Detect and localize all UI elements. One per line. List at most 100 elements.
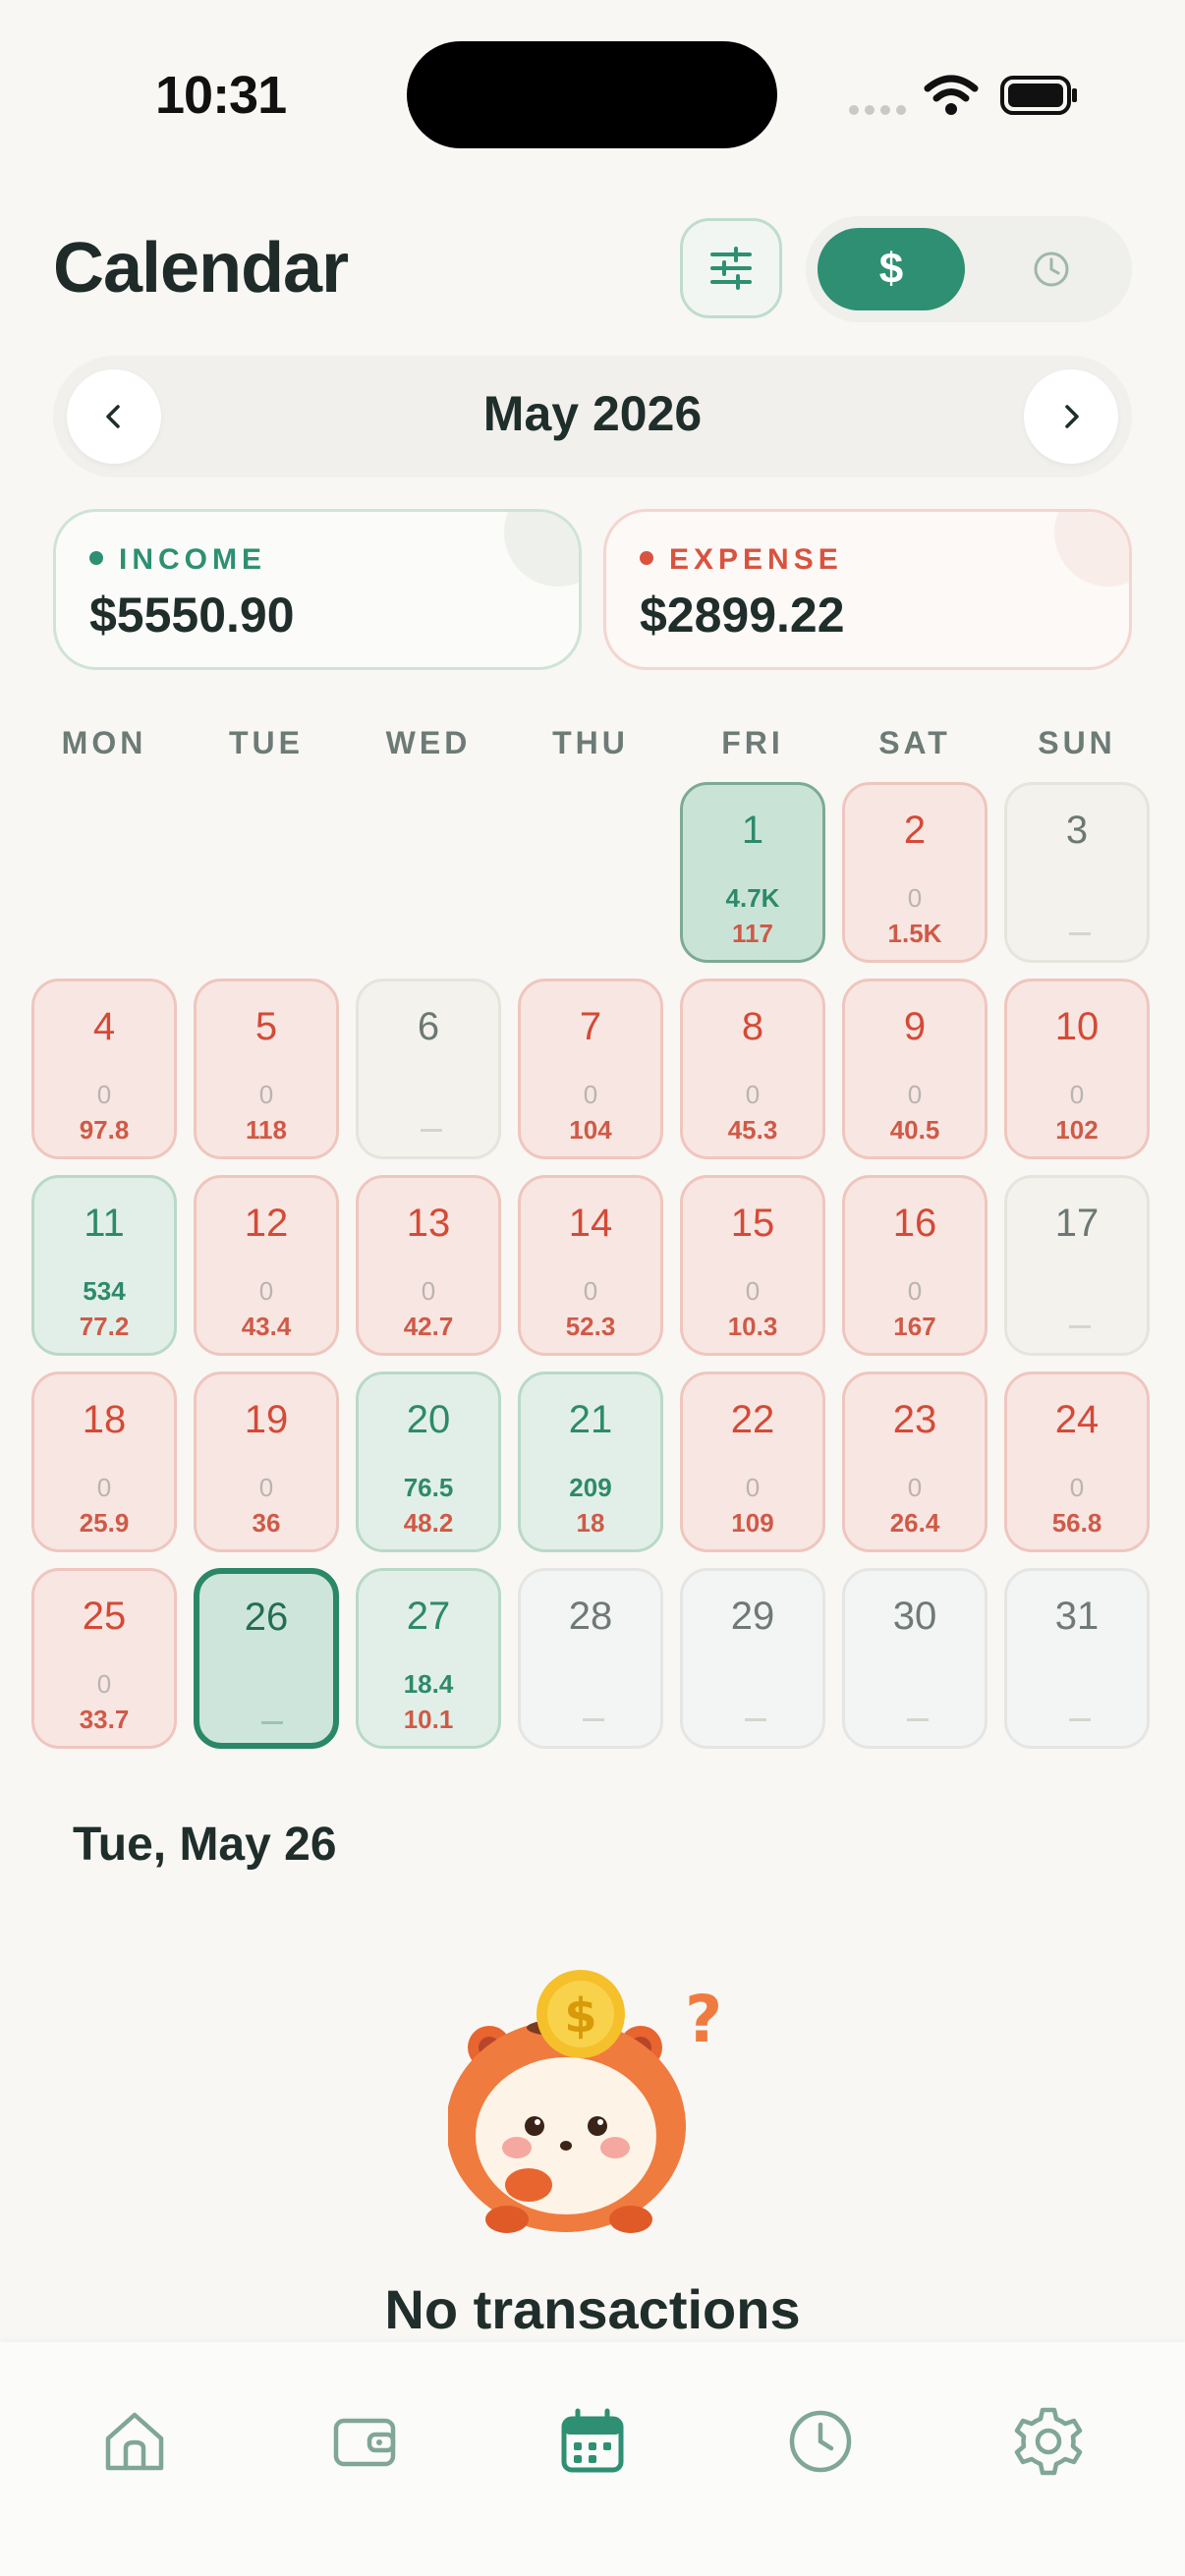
calendar-day-3[interactable]: 3	[1004, 782, 1150, 963]
calendar-day-30[interactable]: 30	[842, 1568, 988, 1749]
day-expense: 42.7	[403, 1312, 454, 1341]
calendar-day-25[interactable]: 25 0 33.7	[31, 1568, 177, 1749]
calendar-day-4[interactable]: 4 0 97.8	[31, 979, 177, 1159]
calendar-day-28[interactable]: 28	[518, 1568, 663, 1749]
calendar-day-15[interactable]: 15 0 10.3	[680, 1175, 825, 1356]
day-expense: 33.7	[79, 1705, 130, 1734]
income-summary-card[interactable]: INCOME $5550.90	[53, 509, 582, 670]
calendar-day-1[interactable]: 1 4.7K 117	[680, 782, 825, 963]
day-income: 0	[96, 1080, 112, 1109]
day-expense: 118	[246, 1115, 287, 1145]
day-expense: 109	[731, 1508, 774, 1538]
battery-icon	[1000, 76, 1077, 115]
month-navigator: May 2026	[53, 356, 1132, 477]
month-label: May 2026	[482, 386, 703, 441]
day-expense: 102	[1055, 1115, 1099, 1145]
day-income: 0	[907, 1080, 923, 1109]
day-number: 22	[730, 1398, 775, 1441]
filter-button[interactable]	[680, 218, 782, 318]
day-number: 1	[741, 809, 764, 852]
calendar-day-24[interactable]: 24 0 56.8	[1004, 1372, 1150, 1552]
tab-settings[interactable]	[1004, 2397, 1093, 2486]
calendar-day-7[interactable]: 7 0 104	[518, 979, 663, 1159]
calendar-day-29[interactable]: 29	[680, 1568, 825, 1749]
calendar-day-23[interactable]: 23 0 26.4	[842, 1372, 988, 1552]
day-number: 5	[254, 1005, 278, 1048]
tab-calendar[interactable]	[548, 2397, 637, 2486]
calendar-day-20[interactable]: 20 76.5 48.2	[356, 1372, 501, 1552]
cellular-signal-icon	[849, 102, 912, 120]
calendar-day-6[interactable]: 6	[356, 979, 501, 1159]
income-dot-icon	[89, 551, 103, 566]
day-expense: 77.2	[79, 1312, 130, 1341]
day-expense: 40.5	[889, 1115, 940, 1145]
no-data-dash	[261, 1721, 283, 1724]
day-income: 0	[583, 1080, 598, 1109]
tab-wallet[interactable]	[320, 2397, 409, 2486]
day-income: 4.7K	[725, 883, 780, 913]
expense-summary-card[interactable]: EXPENSE $2899.22	[603, 509, 1132, 670]
no-data-dash	[1069, 1325, 1091, 1328]
day-number: 9	[903, 1005, 927, 1048]
calendar-day-19[interactable]: 19 0 36	[194, 1372, 339, 1552]
day-income: 534	[83, 1276, 126, 1306]
wifi-icon	[924, 75, 979, 115]
calendar-day-8[interactable]: 8 0 45.3	[680, 979, 825, 1159]
no-data-dash	[421, 1129, 442, 1132]
day-number: 20	[406, 1398, 451, 1441]
calendar-day-2[interactable]: 2 0 1.5K	[842, 782, 988, 963]
calendar-day-18[interactable]: 18 0 25.9	[31, 1372, 177, 1552]
day-income: 0	[1069, 1080, 1085, 1109]
calendar-day-11[interactable]: 11 534 77.2	[31, 1175, 177, 1356]
day-income: 0	[258, 1080, 274, 1109]
tab-history[interactable]	[776, 2397, 865, 2486]
day-number: 13	[406, 1202, 451, 1245]
tab-home[interactable]	[90, 2397, 179, 2486]
day-number: 12	[244, 1202, 289, 1245]
calendar-day-26[interactable]: 26	[194, 1568, 339, 1749]
day-number: 18	[82, 1398, 127, 1441]
day-number: 21	[568, 1398, 613, 1441]
day-number: 7	[579, 1005, 602, 1048]
time-mode-button[interactable]	[983, 228, 1120, 310]
dollar-icon: $	[878, 245, 904, 293]
day-expense: 97.8	[79, 1115, 130, 1145]
calendar-day-31[interactable]: 31	[1004, 1568, 1150, 1749]
day-income: 0	[583, 1276, 598, 1306]
next-month-button[interactable]	[1024, 369, 1118, 464]
calendar-day-5[interactable]: 5 0 118	[194, 979, 339, 1159]
day-income: 0	[96, 1669, 112, 1699]
money-mode-button[interactable]: $	[818, 228, 965, 310]
day-expense: 18	[576, 1508, 605, 1538]
day-income: 18.4	[403, 1669, 454, 1699]
day-expense: 36	[252, 1508, 281, 1538]
calendar-day-16[interactable]: 16 0 167	[842, 1175, 988, 1356]
piggy-bank-mascot-icon: $ ?	[448, 1970, 722, 2233]
calendar-day-22[interactable]: 22 0 109	[680, 1372, 825, 1552]
day-number: 23	[892, 1398, 937, 1441]
page-title: Calendar	[53, 229, 349, 308]
day-number: 8	[741, 1005, 764, 1048]
calendar-day-9[interactable]: 9 0 40.5	[842, 979, 988, 1159]
day-expense: 45.3	[727, 1115, 778, 1145]
svg-text:$: $	[564, 1988, 596, 2044]
calendar-day-13[interactable]: 13 0 42.7	[356, 1175, 501, 1356]
day-number: 25	[82, 1595, 127, 1638]
calendar-day-27[interactable]: 27 18.4 10.1	[356, 1568, 501, 1749]
calendar-day-12[interactable]: 12 0 43.4	[194, 1175, 339, 1356]
day-expense: 48.2	[403, 1508, 454, 1538]
day-expense: 43.4	[241, 1312, 292, 1341]
calendar-day-14[interactable]: 14 0 52.3	[518, 1175, 663, 1356]
day-number: 10	[1054, 1005, 1100, 1048]
calendar-day-10[interactable]: 10 0 102	[1004, 979, 1150, 1159]
chevron-right-icon	[1065, 405, 1079, 428]
calendar-day-21[interactable]: 21 209 18	[518, 1372, 663, 1552]
day-number: 30	[892, 1595, 937, 1638]
day-income: 209	[569, 1473, 612, 1502]
day-number: 2	[903, 809, 927, 852]
calendar-day-17[interactable]: 17	[1004, 1175, 1150, 1356]
expense-dot-icon	[640, 551, 653, 566]
day-income: 0	[907, 883, 923, 913]
no-data-dash	[907, 1718, 929, 1721]
day-number: 17	[1054, 1202, 1100, 1245]
